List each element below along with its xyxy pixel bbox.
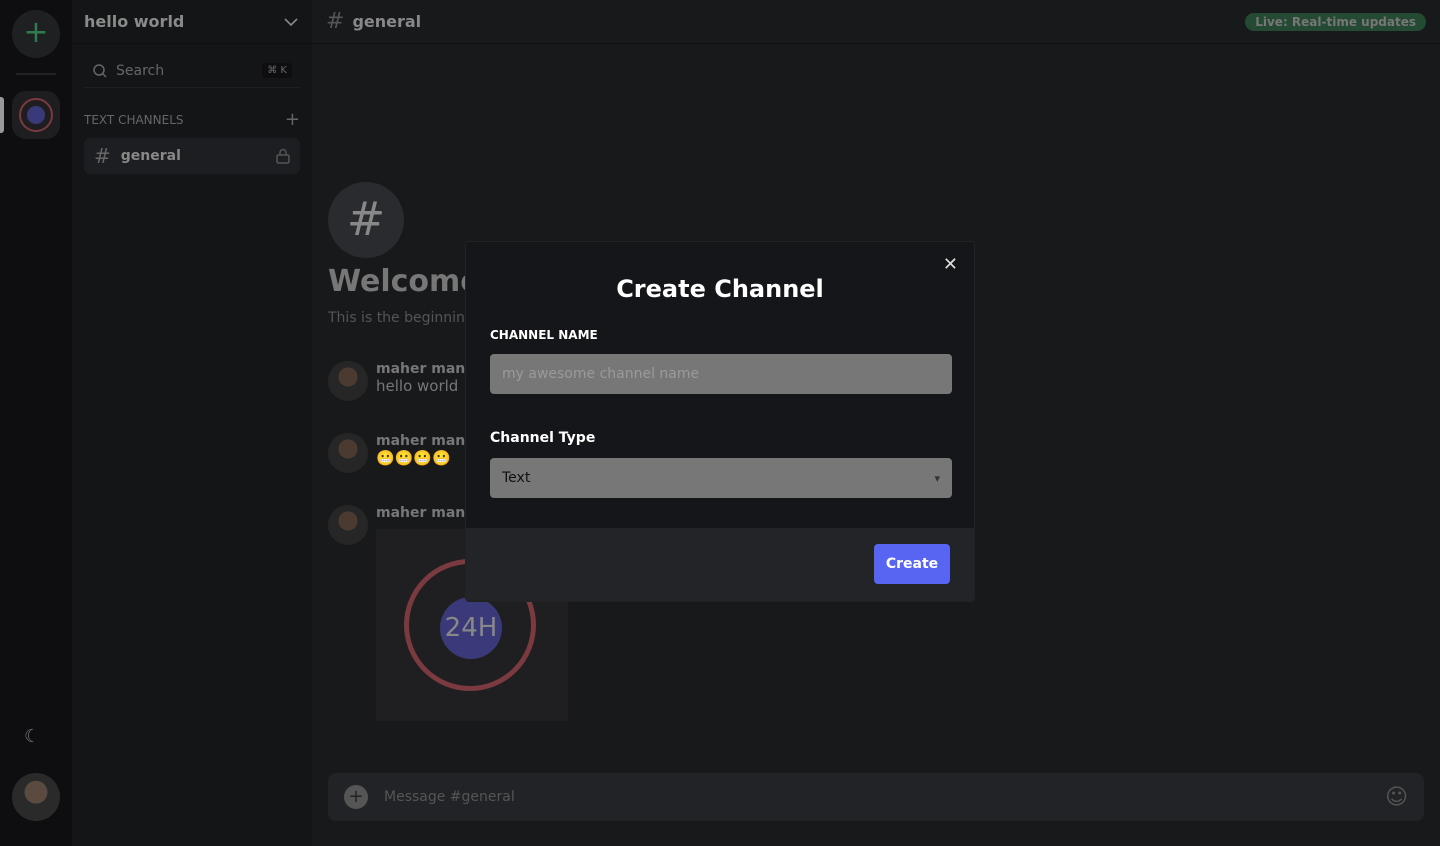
channel-title: general [352,12,422,31]
live-badge: Live: Real-time updates [1245,12,1426,31]
channel-sidebar: hello world Search ⌘ K TEXT CHANNELS + #… [72,0,312,846]
server-icon-24h[interactable] [12,91,60,139]
user-avatar[interactable] [12,773,60,821]
create-button[interactable]: Create [874,544,950,584]
message-input[interactable] [384,789,1386,805]
server-name: hello world [84,12,185,31]
search-button[interactable]: Search ⌘ K [84,54,300,88]
search-label: Search [116,62,165,79]
modal-title: Create Channel [616,275,824,303]
image-label: 24H [440,597,502,659]
attach-plus-icon[interactable]: + [344,785,368,809]
moon-icon[interactable]: ☾ [24,726,40,747]
sidebar-item-general[interactable]: # general [84,138,300,174]
text-channels-header: TEXT CHANNELS + [84,111,300,129]
lock-icon [276,148,290,164]
chevron-down-icon [284,17,298,26]
emoji-icon[interactable]: ☺ [1385,785,1408,810]
hash-icon: # [94,144,111,168]
avatar[interactable] [328,361,368,401]
add-channel-icon[interactable]: + [285,111,300,129]
channel-name: general [120,148,181,164]
channel-name-input[interactable] [490,354,952,394]
channel-type-value: Text [502,470,531,486]
server-rail: + ☾ [0,0,72,846]
search-icon [93,63,107,78]
create-channel-modal: ✕ Create Channel CHANNEL NAME Channel Ty… [465,241,975,602]
section-label: TEXT CHANNELS [84,113,184,127]
active-indicator [0,97,4,133]
add-server-button[interactable]: + [12,10,60,58]
search-shortcut: ⌘ K [262,63,292,78]
server-header[interactable]: hello world [72,0,312,44]
message-composer: + ☺ [328,773,1424,821]
divider [16,73,56,75]
avatar[interactable] [328,505,368,545]
hash-icon: # [326,9,345,34]
hash-icon: # [328,182,404,258]
channel-type-select[interactable]: Text ▾ [490,458,952,498]
close-icon[interactable]: ✕ [943,254,958,275]
channel-header: # general Live: Real-time updates [312,0,1440,44]
modal-footer: Create [466,528,974,601]
channel-name-label: CHANNEL NAME [490,328,598,342]
avatar[interactable] [328,433,368,473]
chevron-down-icon: ▾ [934,471,940,485]
channel-type-label: Channel Type [490,430,596,446]
